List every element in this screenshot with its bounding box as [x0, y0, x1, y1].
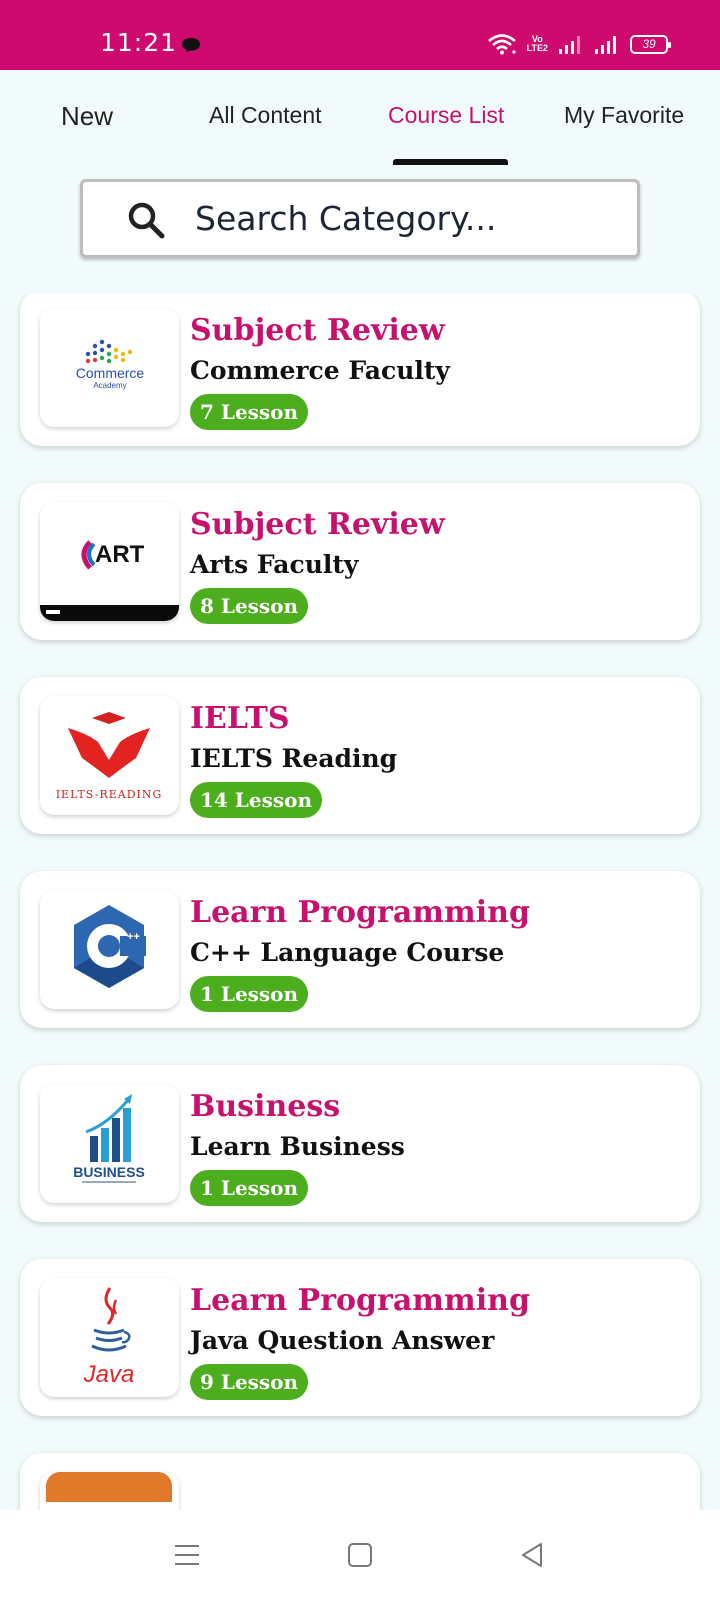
academy-logo-text: Academy: [93, 381, 126, 390]
course-subtitle: Commerce Faculty: [190, 356, 450, 385]
lesson-count-badge: 9 Lesson: [190, 1364, 309, 1400]
course-card[interactable]: ++ Learn Programming C++ Language Course…: [20, 871, 700, 1028]
course-subtitle: Java Question Answer: [190, 1326, 495, 1355]
tab-new[interactable]: New: [61, 101, 113, 132]
home-square-icon[interactable]: [343, 1538, 377, 1572]
course-thumbnail-partial: [40, 1472, 179, 1510]
search-icon: [128, 202, 165, 239]
course-title: Business: [190, 1089, 341, 1124]
course-card[interactable]: BUSINESS Business Learn Business 1 Lesso…: [20, 1065, 700, 1222]
course-card[interactable]: IELTS-READING IELTS IELTS Reading 14 Les…: [20, 677, 700, 834]
search-input[interactable]: Search Category...: [195, 199, 496, 238]
course-card[interactable]: Commerce Academy Subject Review Commerce…: [20, 294, 700, 446]
chat-bubble-icon: [182, 38, 200, 52]
lesson-count-badge: 1 Lesson: [190, 976, 309, 1012]
tab-bar: New All Content Course List My Favorite: [0, 70, 720, 166]
art-logo-text: ART: [95, 541, 145, 568]
system-nav-bar: [0, 1510, 720, 1600]
lesson-count-badge: 7 Lesson: [190, 394, 309, 430]
course-title: Subject Review: [190, 313, 445, 348]
lesson-count-badge: 1 Lesson: [190, 1170, 309, 1206]
search-box[interactable]: Search Category...: [80, 179, 640, 258]
ielts-reading-logo: IELTS-READING: [40, 696, 179, 815]
active-tab-indicator: [393, 159, 508, 165]
ielts-logo-text: IELTS-READING: [56, 788, 163, 801]
course-subtitle: Arts Faculty: [190, 550, 359, 579]
commerce-academy-logo: Commerce Academy: [40, 308, 179, 427]
course-title: IELTS: [190, 701, 290, 736]
cpp-plus-text: ++: [127, 931, 140, 943]
back-triangle-icon[interactable]: [515, 1538, 549, 1572]
commerce-logo-text: Commerce: [75, 365, 144, 381]
status-bar: 11:21 Vo LTE2 39: [0, 0, 720, 70]
art-logo: ART: [40, 502, 179, 621]
course-title: Learn Programming: [190, 895, 530, 930]
java-logo-text: Java: [83, 1361, 135, 1388]
cpp-logo: ++: [40, 890, 179, 1009]
volte-label: Vo LTE2: [526, 34, 548, 53]
course-subtitle: IELTS Reading: [190, 744, 398, 773]
java-logo: Java: [40, 1278, 179, 1397]
tab-course-list[interactable]: Course List: [388, 102, 504, 129]
status-icons: Vo LTE2 39: [487, 30, 671, 58]
signal-icon-1: [559, 36, 580, 54]
business-chart-logo: BUSINESS: [40, 1084, 179, 1203]
menu-icon[interactable]: [170, 1538, 204, 1572]
lesson-count-badge: 14 Lesson: [190, 782, 322, 818]
course-subtitle: Learn Business: [190, 1132, 405, 1161]
tab-all-content[interactable]: All Content: [209, 102, 322, 129]
course-card[interactable]: ART Subject Review Arts Faculty 8 Lesson: [20, 483, 700, 640]
course-subtitle: C++ Language Course: [190, 938, 505, 967]
course-card[interactable]: Java Learn Programming Java Question Ans…: [20, 1259, 700, 1416]
lesson-count-badge: 8 Lesson: [190, 588, 309, 624]
status-time: 11:21: [100, 28, 178, 57]
wifi-icon: [487, 34, 516, 55]
battery-icon: 39: [630, 34, 671, 54]
course-list: Commerce Academy Subject Review Commerce…: [0, 294, 720, 1510]
course-card-partial[interactable]: [20, 1453, 700, 1510]
tab-my-favorite[interactable]: My Favorite: [564, 102, 684, 129]
signal-icon-2: [595, 36, 616, 54]
business-logo-text: BUSINESS: [73, 1164, 145, 1180]
course-title: Learn Programming: [190, 1283, 530, 1318]
course-title: Subject Review: [190, 507, 445, 542]
